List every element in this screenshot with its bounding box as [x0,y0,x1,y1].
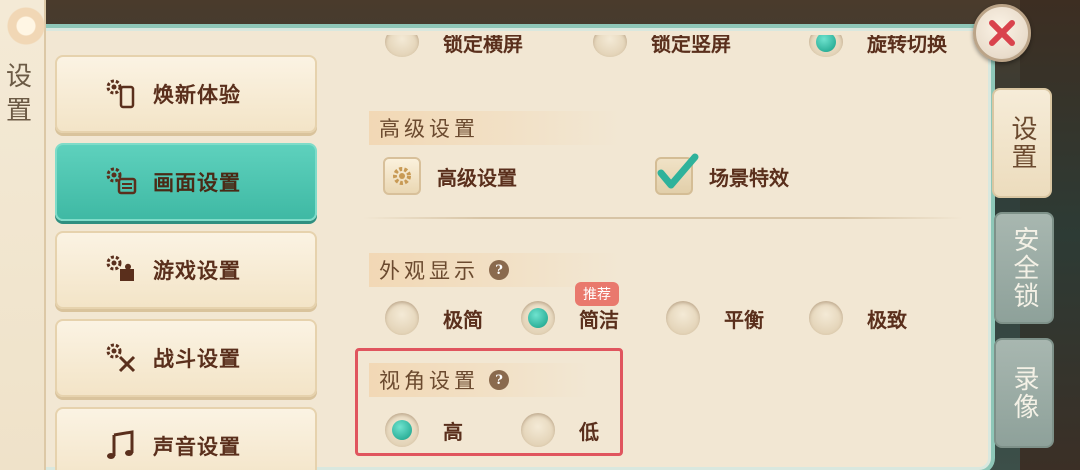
option-label: 简洁 [579,307,619,332]
appearance-option-simple[interactable]: 简洁 [521,301,619,335]
option-label: 锁定竖屏 [651,35,731,56]
option-label: 极简 [443,307,483,332]
checkbox-checked[interactable] [655,153,699,195]
sidebar-item-label: 战斗设置 [153,347,241,371]
radio-button-selected[interactable] [521,301,555,335]
help-icon[interactable]: ? [489,370,509,390]
section-title-camera: 视角设置 ? [369,363,589,397]
section-divider [363,217,963,219]
orientation-option-portrait[interactable]: 锁定竖屏 [593,35,731,57]
option-label: 低 [579,419,599,444]
appearance-option-ultimate[interactable]: 极致 [809,301,907,335]
radio-button[interactable] [385,301,419,335]
sidebar-item-label: 声音设置 [153,435,241,459]
section-title-text: 视角设置 [379,369,479,393]
tab-security-lock[interactable]: 安全锁 [994,212,1054,324]
section-title-text: 高级设置 [379,117,479,141]
option-label: 场景特效 [709,165,789,190]
tab-recording[interactable]: 录像 [994,338,1054,448]
camera-option-high[interactable]: 高 [385,413,463,447]
panel-title: 设置 [5,62,32,126]
radio-button[interactable] [521,413,555,447]
radio-button[interactable] [593,35,627,57]
appearance-option-minimal[interactable]: 极简 [385,301,483,335]
sidebar-item-game-settings[interactable]: 游戏设置 [55,231,317,309]
radio-button-selected[interactable] [809,35,843,57]
option-label: 高级设置 [437,165,517,190]
close-icon [989,20,1015,46]
lotus-ornament-icon [4,4,48,48]
gear-puzzle-icon [103,252,139,288]
camera-option-low[interactable]: 低 [521,413,599,447]
sidebar-item-refresh-experience[interactable]: 焕新体验 [55,55,317,133]
gear-sword-icon [103,340,139,376]
orientation-option-rotate[interactable]: 旋转切换 [809,35,947,57]
gear-screen-icon [103,164,139,200]
radio-button[interactable] [809,301,843,335]
radio-button[interactable] [666,301,700,335]
sidebar-item-sound-settings[interactable]: 声音设置 [55,407,317,470]
sidebar-item-label: 游戏设置 [153,259,241,283]
sidebar-item-label: 焕新体验 [153,83,241,107]
gear-phone-icon [103,76,139,112]
tab-settings[interactable]: 设置 [992,88,1052,198]
sidebar-item-battle-settings[interactable]: 战斗设置 [55,319,317,397]
option-label: 平衡 [724,307,764,332]
settings-sidebar: 焕新体验 画面设置 游戏设置 战斗设置 声音设置 [55,55,317,470]
orientation-option-landscape[interactable]: 锁定横屏 [385,35,523,57]
radio-button[interactable] [385,35,419,57]
help-icon[interactable]: ? [489,260,509,280]
section-title-text: 外观显示 [379,259,479,283]
option-label: 旋转切换 [867,35,947,56]
appearance-option-balanced[interactable]: 平衡 [666,301,764,335]
settings-content: 锁定横屏 锁定竖屏 旋转切换 高级设置 高级设置 场景特效 外观显示 ? 推荐 … [335,35,975,470]
radio-button-selected[interactable] [385,413,419,447]
scene-effects-toggle[interactable]: 场景特效 [655,153,789,195]
advanced-settings-button[interactable]: 高级设置 [383,157,517,195]
section-title-advanced: 高级设置 [369,111,619,145]
option-label: 极致 [867,307,907,332]
option-label: 高 [443,419,463,444]
option-label: 锁定横屏 [443,35,523,56]
sidebar-item-display-settings[interactable]: 画面设置 [55,143,317,221]
music-note-icon [103,428,139,464]
gear-icon [383,157,421,195]
sidebar-item-label: 画面设置 [153,171,241,195]
close-button[interactable] [973,4,1031,62]
